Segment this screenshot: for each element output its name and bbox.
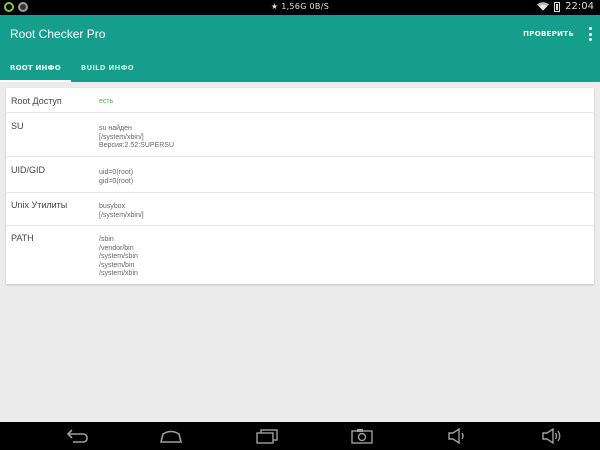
row-value: /sbin /vendor/bin /system/sbin /system/b… <box>99 233 138 284</box>
info-row-uid-gid: UID/GID uid=0(root) gid=0(root) <box>6 157 594 193</box>
app-bar: Root Checker Pro ПРОВЕРИТЬ ROOT ИНФО BUI… <box>0 15 600 82</box>
status-center-text: ★ 1,56G 0B/S <box>270 2 330 11</box>
screenshot-icon[interactable] <box>351 428 373 444</box>
row-value-line: /system/xbin <box>99 270 138 277</box>
row-value: uid=0(root) gid=0(root) <box>99 165 133 192</box>
battery-icon <box>554 1 561 12</box>
row-value: есть <box>99 98 114 105</box>
row-value-line: /sbin <box>99 236 114 243</box>
row-value-line: gid=0(root) <box>99 177 134 185</box>
overflow-menu-icon[interactable] <box>588 27 592 41</box>
row-value-line: busybox <box>99 203 126 210</box>
row-key: Root Доступ <box>11 96 62 106</box>
row-key: PATH <box>11 233 34 243</box>
row-value: busybox [/system/xbin/] <box>99 200 144 225</box>
info-row-path: PATH /sbin /vendor/bin /system/sbin /sys… <box>6 226 594 284</box>
row-value-line: /system/sbin <box>99 253 138 260</box>
recents-icon[interactable] <box>255 428 279 444</box>
status-right: 22:04 <box>537 1 594 12</box>
row-value-line: /system/bin <box>99 261 135 269</box>
row-value-line: uid=0(root) <box>99 169 134 176</box>
volume-up-icon[interactable] <box>541 428 563 444</box>
row-value-line: [/system/xbin/] <box>99 211 144 219</box>
row-value-line: Версия:2.52:SUPERSU <box>99 142 175 149</box>
tab-root-info[interactable]: ROOT ИНФО <box>0 59 71 82</box>
home-icon[interactable] <box>159 428 183 444</box>
row-value-line: su найден <box>99 125 132 132</box>
row-key: SU <box>11 121 24 131</box>
status-bar: ★ 1,56G 0B/S 22:04 <box>0 0 600 15</box>
tab-bar: ROOT ИНФО BUILD ИНФО <box>0 59 144 82</box>
info-row-unix-utils: Unix Утилиты busybox [/system/xbin/] <box>6 193 594 226</box>
verify-button[interactable]: ПРОВЕРИТЬ <box>523 30 574 38</box>
row-key: UID/GID <box>11 165 46 175</box>
back-icon[interactable] <box>65 428 89 444</box>
root-info-card: Root Доступ есть SU su найден [/system/x… <box>6 88 594 284</box>
status-time: 22:04 <box>565 1 594 12</box>
app-title: Root Checker Pro <box>10 27 106 41</box>
row-key: Unix Утилиты <box>11 200 68 210</box>
row-value: su найден [/system/xbin/] Версия:2.52:SU… <box>99 121 174 156</box>
row-value-line: [/system/xbin/] <box>99 133 144 141</box>
navigation-bar <box>0 422 600 450</box>
tab-build-info[interactable]: BUILD ИНФО <box>71 59 144 82</box>
row-value-line: /vendor/bin <box>99 244 134 252</box>
wifi-icon <box>537 2 550 11</box>
volume-down-icon[interactable] <box>447 428 467 444</box>
info-row-su: SU su найден [/system/xbin/] Версия:2.52… <box>6 113 594 157</box>
info-row-root-access: Root Доступ есть <box>6 88 594 113</box>
